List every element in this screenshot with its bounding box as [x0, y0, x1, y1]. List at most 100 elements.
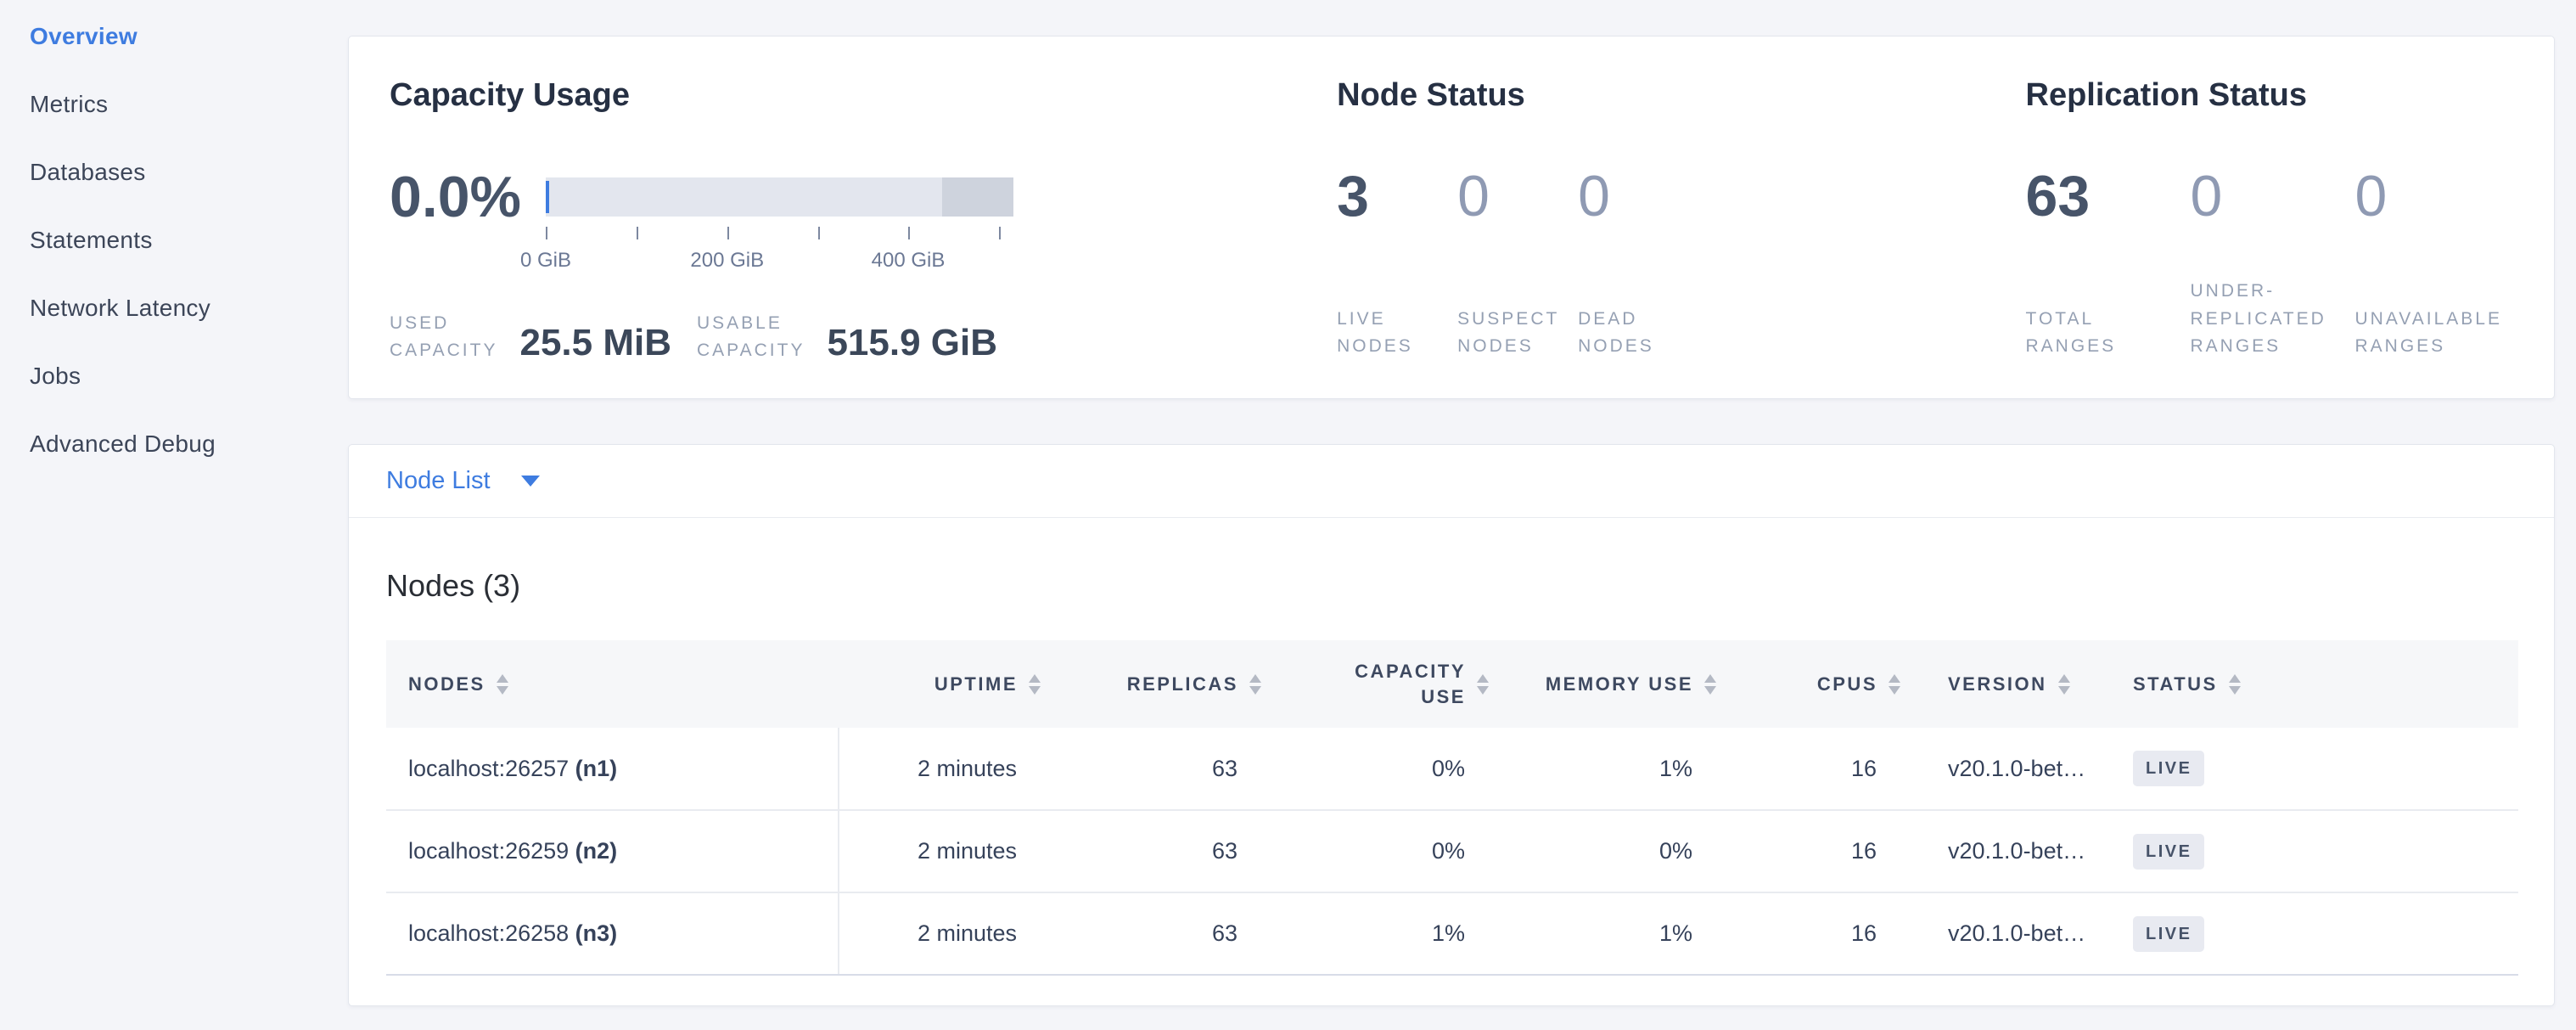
unavailable-ranges-label: UNAVAILABLE RANGES — [2355, 306, 2520, 361]
sort-down-arrow-icon — [1029, 686, 1041, 695]
cell-uptime: 2 minutes — [839, 892, 1051, 975]
node-address: localhost:26257 — [408, 756, 575, 781]
cell-version: v20.1.0-bet… — [1911, 892, 2121, 975]
node-list-card: Node List Nodes (3) NODES UPTIME REPLICAS C… — [348, 444, 2555, 1006]
sort-up-arrow-icon — [2058, 674, 2070, 683]
column-header-version[interactable]: VERSION — [1911, 640, 2121, 728]
cell-node: localhost:26257 (n1) — [386, 728, 839, 810]
column-header-cpus[interactable]: CPUS — [1726, 640, 1911, 728]
column-header-status[interactable]: STATUS — [2121, 640, 2518, 728]
under-replicated-ranges-stat: 0 UNDER- REPLICATED RANGES — [2191, 167, 2355, 361]
cell-memory-use: 1% — [1499, 892, 1726, 975]
cell-memory-use: 1% — [1499, 728, 1726, 810]
node-id: (n1) — [575, 756, 618, 781]
column-label-capacity-use: CAPACITY USE — [1355, 659, 1466, 709]
sort-icon — [1029, 674, 1041, 695]
sort-down-arrow-icon — [2058, 686, 2070, 695]
node-list-body: Nodes (3) NODES UPTIME REPLICAS CAPACITY US… — [349, 571, 2554, 976]
sort-up-arrow-icon — [1704, 674, 1716, 683]
suspect-nodes-label: SUSPECT NODES — [1457, 306, 1578, 361]
column-label-replicas: REPLICAS — [1127, 672, 1238, 697]
used-capacity-value: 25.5 MiB — [519, 324, 671, 362]
gauge-tick-4 — [908, 227, 910, 239]
node-id: (n3) — [575, 920, 618, 946]
sidebar-item-overview[interactable]: Overview — [30, 23, 335, 91]
usable-capacity-label: USABLE CAPACITY — [697, 310, 805, 363]
live-nodes-label: LIVE NODES — [1337, 306, 1457, 361]
cell-cpus: 16 — [1726, 810, 1911, 892]
sort-down-arrow-icon — [1249, 686, 1261, 695]
sort-down-arrow-icon — [2229, 686, 2241, 695]
node-address: localhost:26259 — [408, 838, 575, 864]
replication-stats: 63 TOTAL RANGES 0 UNDER- REPLICATED RANG… — [2026, 167, 2555, 361]
column-label-node: NODES — [408, 672, 485, 697]
node-list-view-selector[interactable]: Node List — [386, 467, 540, 495]
sidebar-item-metrics[interactable]: Metrics — [30, 91, 335, 159]
replication-status-section: Replication Status 63 TOTAL RANGES 0 UND… — [2007, 37, 2555, 398]
capacity-usage-section: Capacity Usage 0.0% 0 GiB200 GiB400 GiB … — [349, 37, 1328, 398]
nodes-count-heading: Nodes (3) — [386, 571, 2517, 601]
sort-icon — [2229, 674, 2241, 695]
sort-icon — [1704, 674, 1716, 695]
status-badge: LIVE — [2133, 751, 2204, 786]
capacity-gauge-bar: 0 GiB200 GiB400 GiB — [546, 177, 1013, 217]
unavailable-ranges-value: 0 — [2355, 167, 2520, 225]
column-header-node[interactable]: NODES — [386, 640, 839, 728]
capacity-gauge-used-segment — [546, 181, 549, 213]
column-label-uptime: UPTIME — [934, 672, 1018, 697]
capacity-stats-row: USED CAPACITY 25.5 MiB USABLE CAPACITY 5… — [390, 310, 1328, 363]
node-row-n2[interactable]: localhost:26259 (n2)2 minutes630%0%16v20… — [386, 810, 2518, 892]
sort-up-arrow-icon — [1249, 674, 1261, 683]
gauge-tick-label-200-gib: 200 GiB — [690, 249, 764, 273]
column-header-memory-use[interactable]: MEMORY USE — [1499, 640, 1726, 728]
node-row-n3[interactable]: localhost:26258 (n3)2 minutes631%1%16v20… — [386, 892, 2518, 975]
gauge-tick-label-0-gib: 0 GiB — [520, 249, 571, 273]
sidebar-item-jobs[interactable]: Jobs — [30, 363, 335, 431]
suspect-nodes-stat: 0 SUSPECT NODES — [1457, 167, 1578, 361]
dead-nodes-value: 0 — [1578, 167, 1698, 225]
under-replicated-ranges-value: 0 — [2191, 167, 2355, 225]
live-nodes-value: 3 — [1337, 167, 1457, 225]
cell-capacity-use: 0% — [1271, 810, 1499, 892]
node-row-n1[interactable]: localhost:26257 (n1)2 minutes630%1%16v20… — [386, 728, 2518, 810]
cell-version: v20.1.0-bet… — [1911, 728, 2121, 810]
sort-down-arrow-icon — [497, 686, 508, 695]
column-header-replicas[interactable]: REPLICAS — [1051, 640, 1271, 728]
sort-up-arrow-icon — [1889, 674, 1900, 683]
sidebar-item-advanced-debug[interactable]: Advanced Debug — [30, 431, 335, 498]
total-ranges-value: 63 — [2026, 167, 2191, 225]
gauge-tick-label-400-gib: 400 GiB — [872, 249, 946, 273]
used-capacity-label: USED CAPACITY — [390, 310, 497, 363]
cluster-summary-card: Capacity Usage 0.0% 0 GiB200 GiB400 GiB … — [348, 36, 2555, 399]
cell-node: localhost:26258 (n3) — [386, 892, 839, 975]
sidebar-item-databases[interactable]: Databases — [30, 159, 335, 227]
total-ranges-stat: 63 TOTAL RANGES — [2026, 167, 2191, 361]
cell-status: LIVE — [2121, 810, 2518, 892]
nodes-table-header-row: NODES UPTIME REPLICAS CAPACITY USE MEMORY US… — [386, 640, 2518, 728]
sidebar-item-statements[interactable]: Statements — [30, 227, 335, 295]
dead-nodes-label: DEAD NODES — [1578, 306, 1698, 361]
gauge-tick-1 — [637, 227, 638, 239]
node-address: localhost:26258 — [408, 920, 575, 946]
column-header-capacity-use[interactable]: CAPACITY USE — [1271, 640, 1499, 728]
status-badge: LIVE — [2133, 916, 2204, 952]
gauge-tick-2 — [727, 227, 729, 239]
cell-capacity-use: 1% — [1271, 892, 1499, 975]
node-status-title: Node Status — [1337, 79, 2006, 111]
total-ranges-label: TOTAL RANGES — [2026, 306, 2191, 361]
cell-cpus: 16 — [1726, 728, 1911, 810]
cell-replicas: 63 — [1051, 728, 1271, 810]
sidebar-nav: OverviewMetricsDatabasesStatementsNetwor… — [30, 23, 335, 498]
column-label-memory-use: MEMORY USE — [1546, 672, 1693, 697]
node-list-header: Node List — [349, 445, 2554, 518]
sort-up-arrow-icon — [497, 674, 508, 683]
capacity-percent-value: 0.0% — [390, 168, 524, 226]
cell-cpus: 16 — [1726, 892, 1911, 975]
sidebar-item-network-latency[interactable]: Network Latency — [30, 295, 335, 363]
node-list-selector-label: Node List — [386, 467, 491, 495]
sort-up-arrow-icon — [2229, 674, 2241, 683]
column-label-status: STATUS — [2133, 672, 2218, 697]
capacity-gauge-reserved-segment — [942, 177, 1013, 217]
cell-memory-use: 0% — [1499, 810, 1726, 892]
column-header-uptime[interactable]: UPTIME — [839, 640, 1051, 728]
